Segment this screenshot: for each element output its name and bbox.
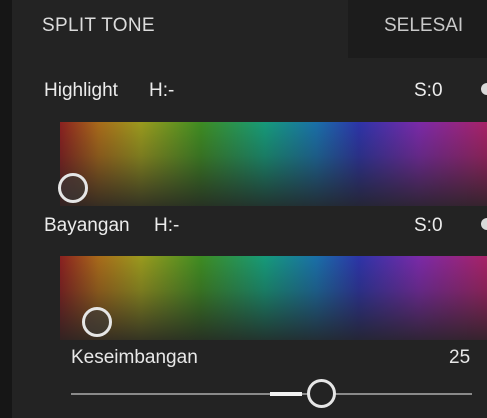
highlight-color-knob[interactable] [58, 173, 88, 203]
highlight-saturation-value: S:0 [414, 80, 443, 101]
highlight-label: Highlight [44, 80, 118, 101]
shadow-saturation-value: S:0 [414, 215, 443, 236]
shadow-label: Bayangan [44, 215, 130, 236]
left-edge [0, 0, 12, 418]
highlight-hue-value: H:- [149, 80, 175, 101]
highlight-edge-indicator [481, 83, 487, 95]
panel-header: SPLIT TONE SELESAI [12, 0, 487, 58]
split-tone-panel: SPLIT TONE SELESAI Highlight H:- S:0 Bay… [0, 0, 487, 418]
balance-slider-knob[interactable] [307, 379, 336, 408]
panel-title: SPLIT TONE [42, 15, 155, 36]
shadow-color-knob[interactable] [82, 307, 112, 337]
shadow-edge-indicator [481, 218, 487, 230]
shadow-color-picker[interactable] [60, 256, 487, 340]
done-button[interactable]: SELESAI [384, 15, 463, 37]
balance-value: 25 [449, 347, 471, 368]
balance-label: Keseimbangan [71, 347, 198, 368]
balance-slider-fill [270, 392, 302, 396]
done-area: SELESAI [348, 0, 487, 58]
highlight-color-picker[interactable] [60, 122, 487, 206]
shadow-hue-value: H:- [154, 215, 180, 236]
